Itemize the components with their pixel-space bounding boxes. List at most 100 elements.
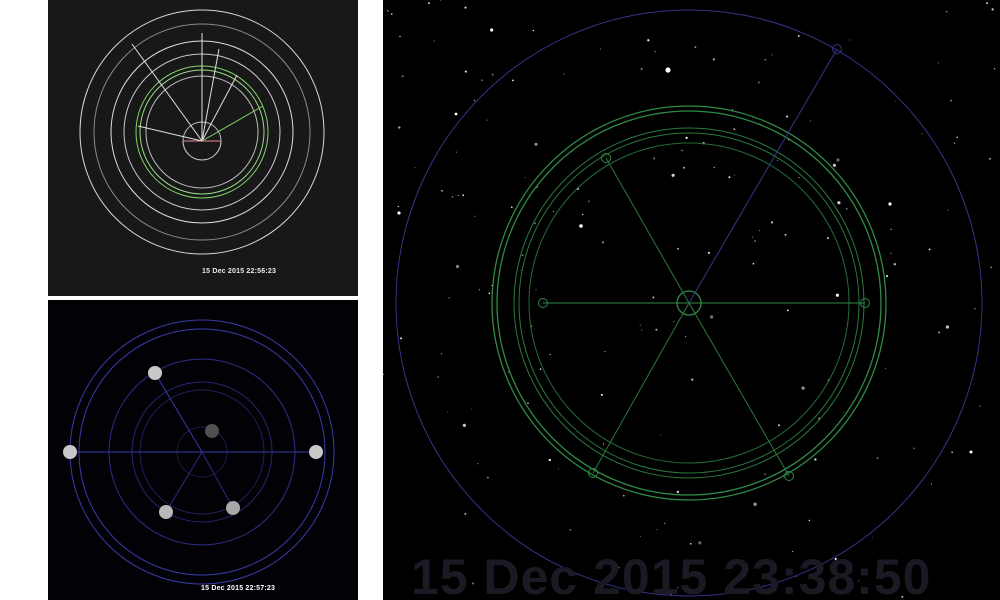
star [778, 424, 780, 427]
star [673, 320, 675, 322]
star [945, 10, 948, 13]
star [477, 463, 479, 465]
star [653, 157, 656, 160]
star [539, 368, 542, 370]
bright-star [969, 450, 973, 454]
orbit-view-bottom: 15 Dec 2015 22:57:23 [48, 300, 358, 600]
star [843, 411, 845, 413]
spoke-lower-right [201, 451, 234, 509]
star [753, 502, 757, 506]
star [988, 157, 991, 160]
star [534, 222, 536, 225]
star [770, 221, 774, 224]
star [682, 166, 686, 169]
star [835, 293, 839, 297]
planet-inner [205, 424, 219, 438]
star [771, 54, 773, 56]
star [885, 368, 886, 370]
star [471, 408, 472, 410]
star [521, 254, 524, 257]
star [752, 236, 754, 238]
spoke-upper-right [688, 48, 838, 304]
star [387, 10, 389, 12]
star [604, 351, 606, 352]
star [437, 376, 440, 378]
star [826, 237, 829, 239]
star [399, 35, 401, 38]
star [520, 269, 522, 271]
star [427, 2, 430, 5]
star [814, 458, 817, 461]
star [639, 324, 641, 326]
star [786, 309, 789, 312]
star [647, 39, 650, 42]
star [947, 209, 949, 211]
star [890, 252, 892, 254]
star [383, 373, 385, 376]
star [652, 296, 655, 299]
planet-left [63, 445, 77, 459]
orbit-diagram-large [383, 0, 996, 598]
star [913, 447, 915, 450]
center-body [182, 140, 222, 161]
star [639, 536, 641, 537]
bright-star [665, 67, 671, 73]
star [710, 315, 714, 319]
star [455, 264, 460, 269]
star [524, 177, 526, 179]
star [474, 215, 476, 217]
star [527, 402, 529, 405]
timestamp-large: 15 Dec 2015 23:38:50 [411, 549, 932, 600]
star [685, 136, 688, 140]
star [691, 378, 694, 381]
star [640, 68, 643, 70]
star [532, 29, 535, 32]
timestamp-top: 15 Dec 2015 22:56:23 [202, 268, 277, 275]
star [950, 99, 952, 102]
star [464, 70, 467, 73]
star [549, 354, 551, 356]
star [440, 352, 443, 355]
star [510, 206, 513, 209]
star [414, 167, 416, 169]
star [893, 263, 896, 266]
spoke-lower-left [592, 302, 690, 474]
bright-star [454, 112, 458, 116]
star [602, 443, 605, 445]
star [885, 274, 889, 278]
star [581, 213, 584, 216]
star [447, 411, 449, 413]
star [656, 529, 658, 530]
star [464, 6, 467, 9]
star [488, 292, 491, 295]
star [462, 423, 466, 427]
star [733, 128, 736, 131]
star [776, 160, 778, 162]
star [558, 468, 559, 470]
star [490, 28, 494, 32]
spoke-lower-left [165, 451, 203, 513]
orbit-diagram-top [79, 9, 325, 255]
planet-right [309, 445, 323, 459]
spoke-upper-left [154, 372, 203, 453]
star [921, 133, 923, 135]
star [600, 48, 602, 50]
star [979, 405, 981, 407]
star [671, 173, 675, 177]
star [758, 229, 761, 232]
star [641, 329, 643, 331]
star [479, 289, 481, 291]
star [441, 189, 443, 192]
star [849, 39, 851, 41]
orbit-diagram-bottom [63, 319, 335, 585]
star [548, 458, 551, 462]
star [953, 142, 956, 144]
star [676, 490, 679, 494]
star [451, 196, 454, 198]
star [733, 174, 735, 176]
star [685, 335, 687, 338]
star [801, 386, 805, 390]
orbit-view-top: 15 Dec 2015 22:56:23 [48, 0, 358, 296]
orbit-view-large: 15 Dec 2015 23:38:50 [383, 0, 1000, 600]
star [563, 73, 565, 75]
